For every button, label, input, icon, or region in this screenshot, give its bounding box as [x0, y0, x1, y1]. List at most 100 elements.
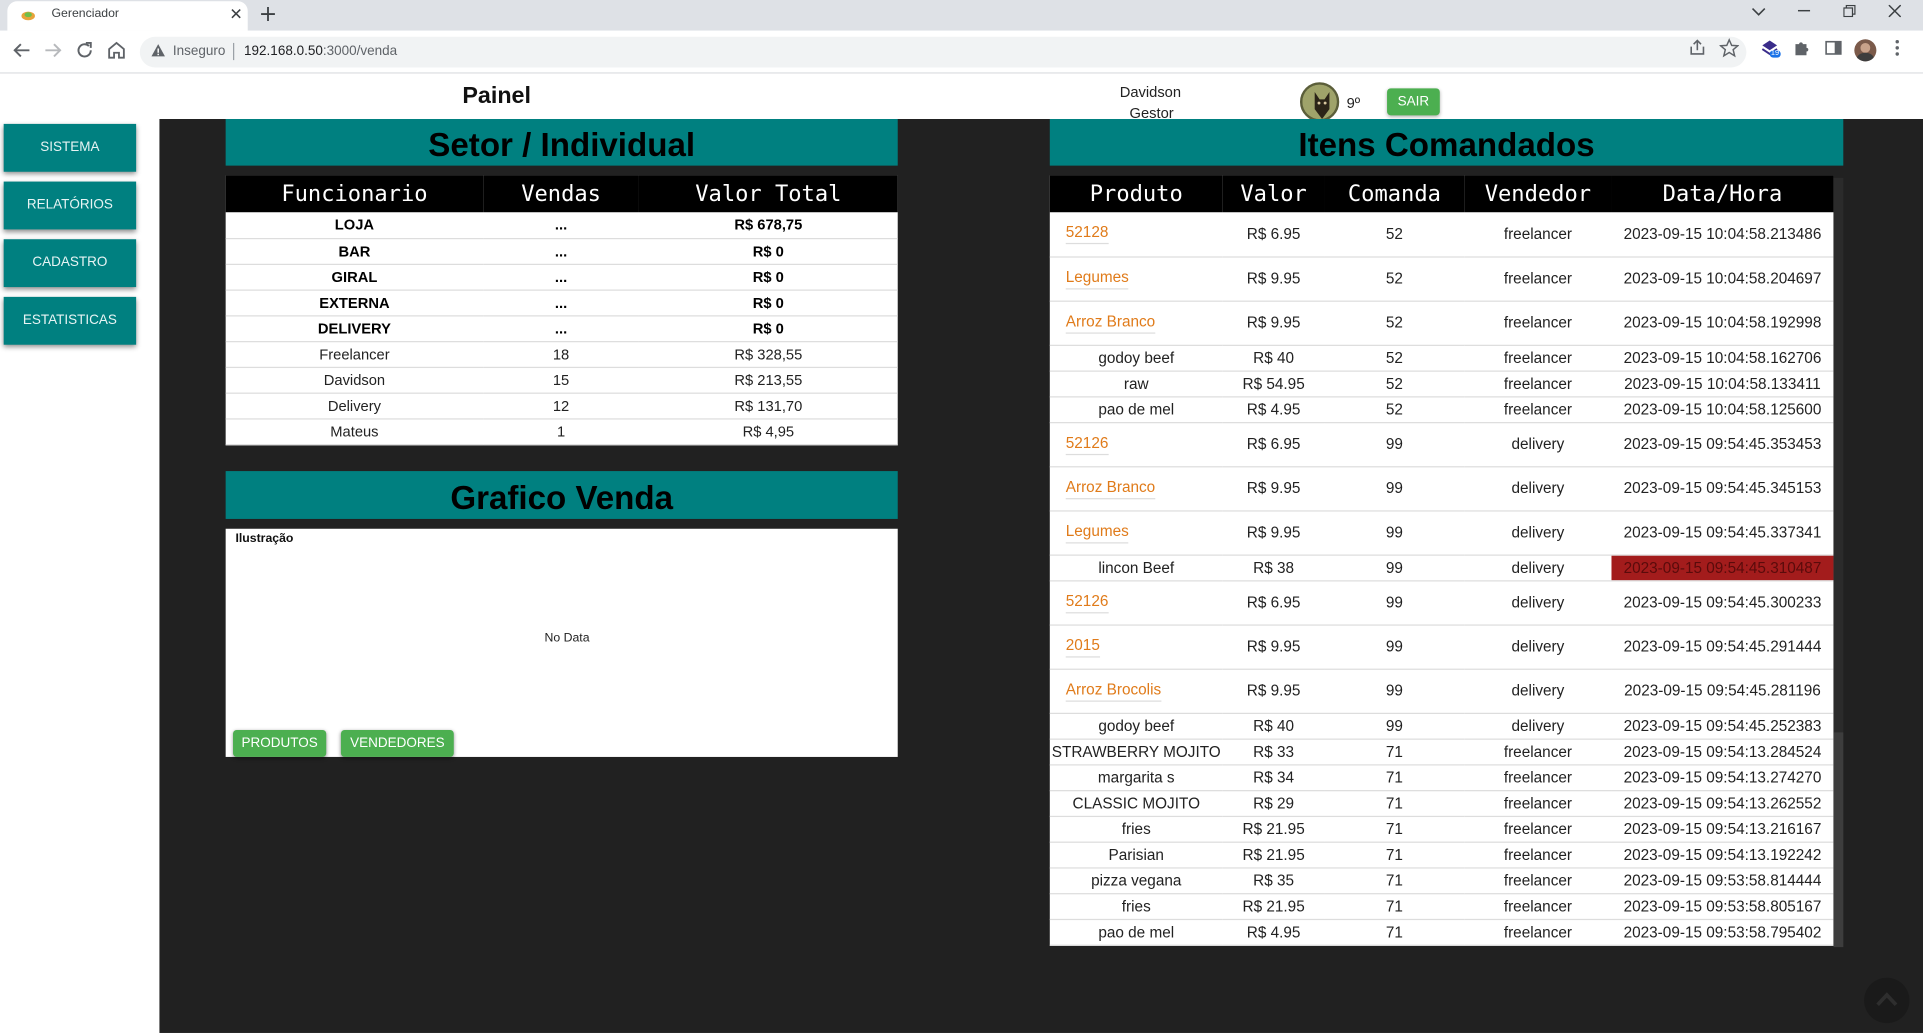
- cell-produto[interactable]: Arroz Branco: [1049, 300, 1223, 346]
- reload-icon[interactable]: [72, 38, 97, 63]
- table-row[interactable]: Mateus 1 R$ 4,95: [225, 418, 898, 445]
- restore-icon[interactable]: [1843, 4, 1856, 18]
- table-row[interactable]: 52128 R$ 6.95 52 freelancer 2023-09-15 10:04…: [1049, 212, 1834, 258]
- table-row[interactable]: raw R$ 54.95 52 freelancer 2023-09-15 10:04:…: [1049, 370, 1834, 397]
- window-close-icon[interactable]: [1888, 4, 1901, 18]
- product-link[interactable]: 52126: [1065, 592, 1109, 613]
- col-funcionario[interactable]: Funcionario: [225, 175, 484, 213]
- sidebar-item-estatisticas[interactable]: ESTATISTICAS: [3, 296, 137, 345]
- col-comanda[interactable]: Comanda: [1324, 175, 1465, 213]
- cell-produto[interactable]: Legumes: [1049, 256, 1223, 302]
- table-row[interactable]: 52126 R$ 6.95 99 delivery 2023-09-15 09:54:4…: [1049, 580, 1834, 626]
- bookmark-star-icon[interactable]: [1719, 38, 1740, 58]
- browser-menu-icon[interactable]: [1892, 38, 1902, 58]
- table-row[interactable]: Arroz Branco R$ 9.95 99 delivery 2023-09-15 …: [1049, 466, 1834, 511]
- puzzle-extensions-icon[interactable]: [1792, 38, 1812, 58]
- product-link[interactable]: Legumes: [1065, 522, 1129, 543]
- cell-produto[interactable]: 2015: [1049, 624, 1223, 670]
- cell-data-hora: 2023-09-15 09:54:45.281196: [1611, 668, 1834, 714]
- table-row[interactable]: 52126 R$ 6.95 99 delivery 2023-09-15 09:54:4…: [1049, 422, 1834, 467]
- vendedores-button[interactable]: VENDEDORES: [340, 729, 454, 757]
- cell-valor-total: R$ 0: [638, 315, 898, 342]
- col-vendas[interactable]: Vendas: [483, 175, 639, 213]
- profile-avatar-icon[interactable]: [1854, 39, 1877, 62]
- product-link[interactable]: Arroz Brocolis: [1065, 680, 1162, 702]
- sidebar-item-relatorios[interactable]: RELATÓRIOS: [3, 181, 137, 230]
- cell-produto[interactable]: 52128: [1049, 212, 1223, 258]
- product-link[interactable]: Arroz Branco: [1065, 312, 1156, 334]
- table-row[interactable]: DELIVERY... R$ 0: [225, 315, 898, 342]
- table-row[interactable]: margarita s R$ 34 71 freelancer 2023-09-15 0…: [1049, 764, 1834, 791]
- items-scrollbar[interactable]: [1833, 177, 1844, 948]
- product-link[interactable]: 52128: [1065, 224, 1109, 245]
- extension-icon[interactable]: 19: [1760, 38, 1785, 63]
- table-row[interactable]: Legumes R$ 9.95 99 delivery 2023-09-15 09:54…: [1049, 510, 1834, 556]
- cell-produto[interactable]: Arroz Branco: [1049, 466, 1223, 511]
- table-row[interactable]: lincon Beef R$ 38 99 delivery 2023-09-15 09:…: [1049, 554, 1834, 581]
- cell-comanda: 71: [1324, 764, 1465, 791]
- home-icon[interactable]: [104, 38, 129, 63]
- table-row[interactable]: BAR... R$ 0: [225, 237, 898, 265]
- col-data-hora[interactable]: Data/Hora: [1611, 175, 1834, 213]
- product-link[interactable]: 2015: [1065, 636, 1100, 657]
- cell-funcionario: LOJA: [225, 212, 484, 239]
- scroll-to-top-button[interactable]: [1864, 977, 1910, 1024]
- table-row[interactable]: Arroz Brocolis R$ 9.95 99 delivery 2023-09-1…: [1049, 668, 1834, 714]
- table-row[interactable]: pao de mel R$ 4.95 52 freelancer 2023-09-15 …: [1049, 396, 1834, 423]
- produtos-button[interactable]: PRODUTOS: [233, 729, 327, 757]
- user-avatar[interactable]: [1299, 82, 1340, 122]
- product-link[interactable]: Arroz Branco: [1065, 478, 1156, 499]
- product-link[interactable]: 52126: [1065, 434, 1109, 455]
- tab-search-chevron-icon[interactable]: [1751, 6, 1766, 18]
- table-row[interactable]: godoy beef R$ 40 99 delivery 2023-09-15 09:5…: [1049, 712, 1834, 740]
- cell-data-hora: 2023-09-15 09:54:45.252383: [1611, 712, 1834, 740]
- new-tab-icon[interactable]: +: [259, 1, 278, 27]
- table-row[interactable]: LOJA... R$ 678,75: [225, 212, 898, 239]
- cell-produto[interactable]: Legumes: [1049, 510, 1223, 556]
- table-row[interactable]: Parisian R$ 21.95 71 freelancer 2023-09-15 0…: [1049, 841, 1834, 868]
- table-row[interactable]: CLASSIC MOJITO R$ 29 71 freelancer 2023-09-1…: [1049, 790, 1834, 817]
- table-row[interactable]: STRAWBERRY MOJITO R$ 33 71 freelancer 2023-0…: [1049, 738, 1834, 765]
- table-row[interactable]: pao de mel R$ 4.95 71 freelancer 2023-09-15 …: [1049, 918, 1834, 946]
- sidebar-item-sistema[interactable]: SISTEMA: [3, 123, 137, 172]
- table-row[interactable]: fries R$ 21.95 71 freelancer 2023-09-15 09:5…: [1049, 893, 1834, 920]
- share-icon[interactable]: [1688, 38, 1708, 58]
- minimize-icon[interactable]: [1797, 9, 1811, 12]
- table-row[interactable]: Freelancer 18 R$ 328,55: [225, 341, 898, 368]
- table-row[interactable]: GIRAL... R$ 0: [225, 263, 898, 291]
- table-row[interactable]: EXTERNA... R$ 0: [225, 289, 898, 316]
- cell-produto[interactable]: Arroz Brocolis: [1049, 668, 1223, 714]
- tab-close-icon[interactable]: ✕: [229, 5, 242, 25]
- cell-vendedor: freelancer: [1464, 396, 1612, 423]
- sidebar-item-cadastro[interactable]: CADASTRO: [3, 239, 137, 288]
- items-scrollbar-thumb[interactable]: [1833, 732, 1844, 948]
- cell-vendas: ...: [483, 289, 639, 316]
- items-table-body: 52128 R$ 6.95 52 freelancer 2023-09-15 10:04…: [1049, 212, 1834, 946]
- back-arrow-icon[interactable]: [10, 38, 35, 63]
- side-panel-icon[interactable]: [1824, 38, 1844, 58]
- table-row[interactable]: Arroz Branco R$ 9.95 52 freelancer 2023-09-1…: [1049, 300, 1834, 346]
- table-row[interactable]: 2015 R$ 9.95 99 delivery 2023-09-15 09:54:45…: [1049, 624, 1834, 670]
- col-vendedor[interactable]: Vendedor: [1464, 175, 1612, 213]
- col-valor-total[interactable]: Valor Total: [638, 175, 898, 213]
- browser-tab[interactable]: Gerenciador ✕: [7, 1, 248, 31]
- table-row[interactable]: pizza vegana R$ 35 71 freelancer 2023-09-15 …: [1049, 867, 1834, 894]
- table-row[interactable]: fries R$ 21.95 71 freelancer 2023-09-15 09:5…: [1049, 815, 1834, 843]
- forward-arrow-icon[interactable]: [40, 38, 65, 63]
- address-bar[interactable]: Inseguro 192.168.0.50:3000/venda: [139, 36, 1747, 68]
- table-row[interactable]: Davidson 15 R$ 213,55: [225, 366, 898, 394]
- url-text[interactable]: 192.168.0.50:3000/venda: [244, 44, 397, 59]
- product-link[interactable]: Legumes: [1065, 268, 1129, 289]
- logout-button[interactable]: SAIR: [1387, 88, 1440, 116]
- security-label[interactable]: Inseguro: [173, 44, 226, 59]
- cell-vendas: 1: [483, 418, 639, 445]
- cell-produto[interactable]: 52126: [1049, 422, 1223, 467]
- table-row[interactable]: Legumes R$ 9.95 52 freelancer 2023-09-15 10:…: [1049, 256, 1834, 302]
- table-row[interactable]: godoy beef R$ 40 52 freelancer 2023-09-15 10…: [1049, 344, 1834, 372]
- cell-valor: R$ 9.95: [1222, 668, 1325, 714]
- col-produto[interactable]: Produto: [1049, 175, 1223, 213]
- cell-produto[interactable]: 52126: [1049, 580, 1223, 626]
- col-valor[interactable]: Valor: [1222, 175, 1325, 213]
- cell-data-hora: 2023-09-15 09:54:45.310487: [1611, 554, 1834, 581]
- table-row[interactable]: Delivery 12 R$ 131,70: [225, 392, 898, 419]
